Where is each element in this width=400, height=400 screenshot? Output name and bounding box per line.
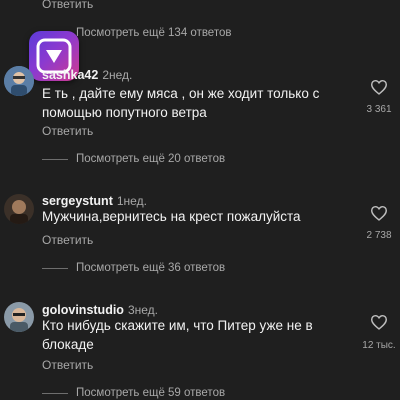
username[interactable]: sashka42 xyxy=(42,68,98,82)
username[interactable]: sergeystunt xyxy=(42,194,113,208)
comment-text-line: Кто нибудь скажите им, что Питер уже не … xyxy=(42,318,313,333)
like-count: 12 тыс. xyxy=(362,340,396,351)
reply-link[interactable]: Ответить xyxy=(42,358,93,372)
comment-time: 3нед. xyxy=(127,303,158,317)
avatar[interactable] xyxy=(4,66,34,96)
heart-outline-icon xyxy=(370,79,388,95)
reply-link[interactable]: Ответить xyxy=(42,0,93,11)
view-more-label: Посмотреть ещё 36 ответов xyxy=(76,262,226,274)
username[interactable]: golovinstudio xyxy=(42,303,124,317)
like-button[interactable] xyxy=(361,314,397,335)
view-more-label: Посмотреть ещё 20 ответов xyxy=(76,153,226,165)
view-more-replies[interactable]: Посмотреть ещё 20 ответов xyxy=(42,153,225,165)
like-count: 2 738 xyxy=(366,230,392,241)
comment-text-line: помощью попутного ветра xyxy=(42,105,207,120)
like-button[interactable] xyxy=(361,79,397,100)
comment-header: sashka42 2нед. xyxy=(42,66,132,84)
user-avatar-image xyxy=(4,194,34,224)
divider-line xyxy=(42,267,68,269)
like-count: 3 361 xyxy=(366,104,392,115)
view-more-replies[interactable]: Посмотреть ещё 36 ответов xyxy=(42,262,225,274)
comment-time: 1нед. xyxy=(116,194,147,208)
comment-text-line: Е ть , дайте ему мяса , он же ходит толь… xyxy=(42,86,320,101)
view-more-label: Посмотреть ещё 134 ответов xyxy=(76,27,232,39)
comment-text-line: блокаде xyxy=(42,337,94,352)
reply-link[interactable]: Ответить xyxy=(42,124,93,138)
comment-time: 2нед. xyxy=(102,68,133,82)
heart-outline-icon xyxy=(370,205,388,221)
reply-link[interactable]: Ответить xyxy=(42,233,93,247)
comment-text-line: Мужчина,вернитесь на крест пожалуйста xyxy=(42,209,301,224)
avatar[interactable] xyxy=(4,194,34,224)
divider-line xyxy=(42,158,68,160)
user-avatar-image xyxy=(4,302,34,332)
comment-text: Кто нибудь скажите им, что Питер уже не … xyxy=(42,316,362,354)
user-avatar-image xyxy=(4,66,34,96)
view-more-replies[interactable]: Посмотреть ещё 59 ответов xyxy=(42,387,225,399)
view-more-label: Посмотреть ещё 59 ответов xyxy=(76,387,226,399)
comment-text: Е ть , дайте ему мяса , он же ходит толь… xyxy=(42,84,362,122)
comment-text: Мужчина,вернитесь на крест пожалуйста xyxy=(42,207,362,226)
avatar[interactable] xyxy=(4,302,34,332)
heart-outline-icon xyxy=(370,314,388,330)
like-button[interactable] xyxy=(361,205,397,226)
divider-line xyxy=(42,392,68,394)
